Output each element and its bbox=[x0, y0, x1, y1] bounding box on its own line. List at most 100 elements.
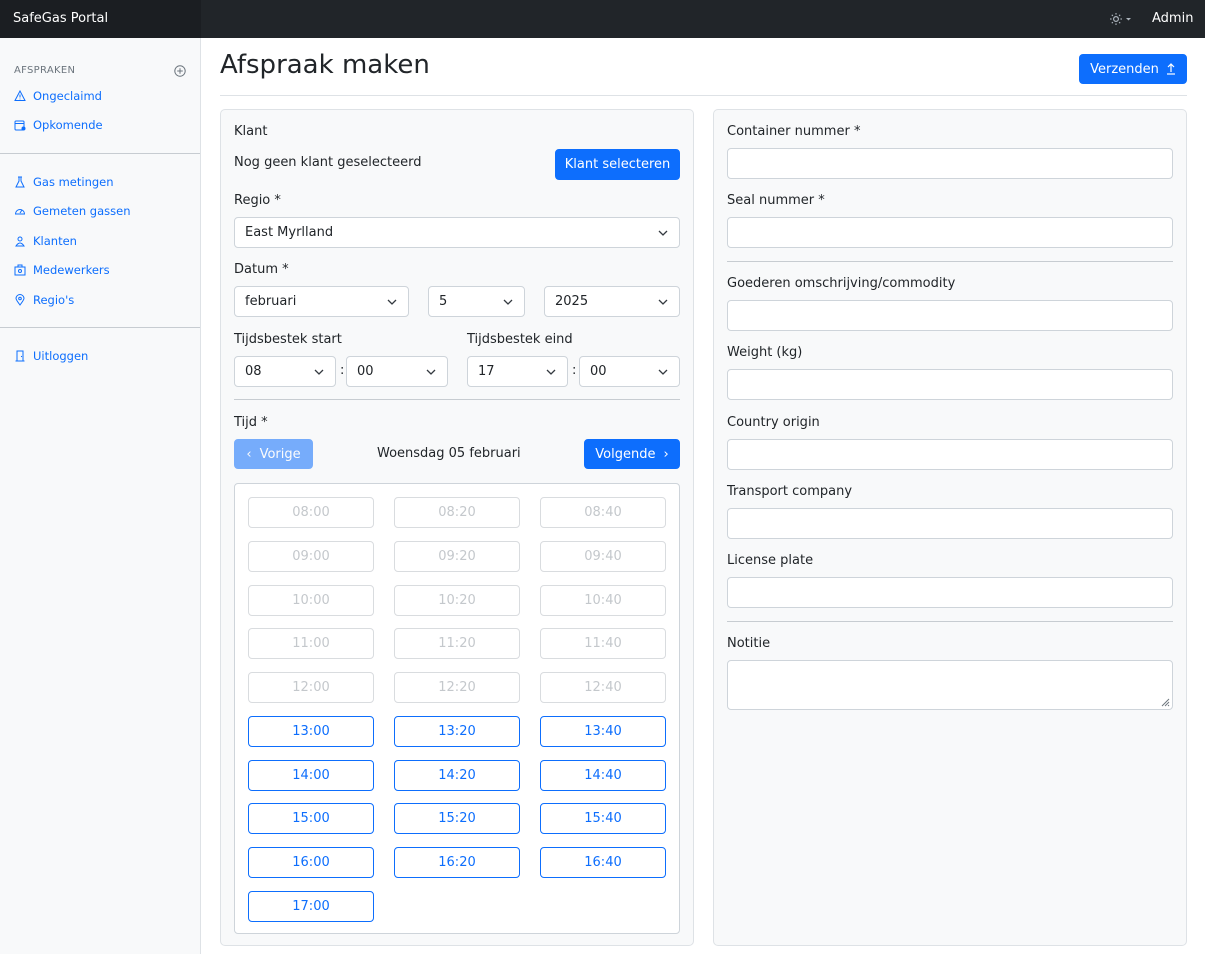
time-slot-button: 09:00 bbox=[248, 540, 374, 572]
title-divider bbox=[220, 95, 1187, 96]
chevron-left-icon: ‹ bbox=[246, 446, 252, 462]
goods-description-input[interactable] bbox=[727, 300, 1173, 331]
door-icon bbox=[15, 350, 25, 362]
time-slot-button[interactable]: 13:40 bbox=[540, 715, 666, 747]
next-day-button[interactable]: Volgende › bbox=[584, 439, 680, 469]
user-menu[interactable]: Admin bbox=[1152, 11, 1193, 26]
appointment-card: Klant Nog geen klant geselecteerd Klant … bbox=[220, 109, 694, 946]
tijd-label: Tijd * bbox=[234, 415, 268, 430]
sidebar-item-label: Gemeten gassen bbox=[33, 204, 131, 218]
section-divider bbox=[234, 399, 680, 400]
end-label: Tijdsbestek eind bbox=[467, 332, 573, 347]
month-select[interactable]: februari bbox=[234, 286, 409, 317]
time-slot-button[interactable]: 16:40 bbox=[540, 847, 666, 878]
speedometer-icon bbox=[14, 209, 26, 215]
time-slot-button: 09:40 bbox=[540, 540, 666, 572]
shipment-details-card: Container nummer * Seal nummer * Goedere… bbox=[713, 109, 1187, 946]
license-plate-input[interactable] bbox=[727, 577, 1173, 608]
month-select-value: februari bbox=[245, 294, 297, 309]
sidebar-item-regios[interactable]: Regio's bbox=[14, 291, 74, 309]
next-day-label: Volgende bbox=[595, 446, 656, 462]
chevron-down-icon bbox=[658, 230, 668, 236]
note-textarea[interactable] bbox=[727, 660, 1173, 710]
end-hour-value: 17 bbox=[478, 364, 495, 379]
select-customer-button[interactable]: Klant selecteren bbox=[555, 149, 680, 180]
time-slot-button[interactable]: 14:40 bbox=[540, 759, 666, 791]
sidebar-item-label: Medewerkers bbox=[33, 263, 110, 277]
start-minute-select[interactable]: 00 bbox=[346, 356, 448, 387]
sidebar-item-medewerkers[interactable]: Medewerkers bbox=[14, 261, 110, 279]
time-slot-button[interactable]: 14:20 bbox=[394, 759, 520, 791]
regio-select[interactable]: East Myrlland bbox=[234, 217, 680, 248]
previous-day-label: Vorige bbox=[259, 446, 301, 462]
plate-label: License plate bbox=[727, 553, 814, 568]
time-slot-button[interactable]: 13:00 bbox=[248, 715, 374, 747]
time-slot-button[interactable]: 16:20 bbox=[394, 847, 520, 878]
time-slot-button: 12:00 bbox=[248, 672, 374, 703]
transport-company-input[interactable] bbox=[727, 508, 1173, 539]
warning-icon bbox=[14, 90, 26, 101]
calendar-icon bbox=[14, 120, 26, 131]
brand-area: SafeGas Portal bbox=[0, 0, 201, 38]
end-minute-value: 00 bbox=[590, 364, 607, 379]
sidebar-item-gas-metingen[interactable]: Gas metingen bbox=[14, 173, 114, 191]
current-date: Woensdag 05 februari bbox=[377, 446, 521, 461]
start-hour-select[interactable]: 08 bbox=[234, 356, 336, 387]
upload-icon bbox=[1166, 63, 1175, 75]
brand-name[interactable]: SafeGas Portal bbox=[13, 11, 108, 26]
time-slot-button: 09:20 bbox=[394, 540, 520, 572]
flask-icon bbox=[15, 176, 25, 188]
end-minute-select[interactable]: 00 bbox=[579, 356, 680, 387]
seal-number-input[interactable] bbox=[727, 217, 1173, 248]
weight-input[interactable] bbox=[727, 369, 1173, 400]
location-pin-icon bbox=[15, 294, 25, 306]
sidebar-item-opkomende[interactable]: Opkomende bbox=[14, 116, 103, 134]
add-appointment-button[interactable] bbox=[174, 65, 186, 77]
start-hour-value: 08 bbox=[245, 364, 262, 379]
regio-label: Regio * bbox=[234, 193, 281, 208]
year-select[interactable]: 2025 bbox=[544, 286, 680, 317]
seal-label: Seal nummer * bbox=[727, 193, 825, 208]
datum-label: Datum * bbox=[234, 262, 289, 277]
theme-toggle[interactable] bbox=[1110, 12, 1134, 26]
time-slot-button: 11:20 bbox=[394, 628, 520, 660]
start-label: Tijdsbestek start bbox=[234, 332, 342, 347]
time-slot-button[interactable]: 17:00 bbox=[248, 890, 374, 922]
resize-handle-icon[interactable] bbox=[1161, 698, 1170, 707]
time-slot-button[interactable]: 15:20 bbox=[394, 803, 520, 835]
sidebar-item-gemeten-gassen[interactable]: Gemeten gassen bbox=[14, 202, 131, 220]
time-slot-button[interactable]: 16:00 bbox=[248, 847, 374, 878]
sidebar-item-label: Opkomende bbox=[33, 118, 103, 132]
regio-select-value: East Myrlland bbox=[245, 225, 334, 240]
sidebar-item-label: Regio's bbox=[33, 293, 75, 307]
time-slot-button[interactable]: 15:00 bbox=[248, 803, 374, 835]
sidebar-item-label: Gas metingen bbox=[33, 175, 114, 189]
submit-button-label: Verzenden bbox=[1090, 61, 1159, 77]
time-slot-button[interactable]: 13:20 bbox=[394, 715, 520, 747]
sidebar-item-label: Klanten bbox=[33, 234, 77, 248]
time-slot-button: 08:00 bbox=[248, 497, 374, 528]
page-title: Afspraak maken bbox=[220, 50, 430, 80]
container-number-input[interactable] bbox=[727, 148, 1173, 179]
chevron-down-icon bbox=[503, 299, 513, 305]
plus-circle-icon bbox=[174, 65, 186, 77]
country-label: Country origin bbox=[727, 415, 820, 430]
time-separator: : bbox=[340, 363, 345, 378]
chevron-down-icon bbox=[387, 299, 397, 305]
day-select[interactable]: 5 bbox=[428, 286, 525, 317]
time-slot-button[interactable]: 14:00 bbox=[248, 759, 374, 791]
sidebar-item-ongeclaimd[interactable]: Ongeclaimd bbox=[14, 87, 102, 105]
country-origin-input[interactable] bbox=[727, 439, 1173, 470]
sidebar-item-klanten[interactable]: Klanten bbox=[14, 232, 77, 250]
chevron-down-icon bbox=[658, 299, 668, 305]
sidebar-divider bbox=[0, 153, 200, 154]
time-slot-button: 11:00 bbox=[248, 628, 374, 660]
end-hour-select[interactable]: 17 bbox=[467, 356, 568, 387]
container-label: Container nummer * bbox=[727, 124, 861, 139]
sidebar-item-uitloggen[interactable]: Uitloggen bbox=[14, 347, 88, 365]
time-slot-button: 11:40 bbox=[540, 628, 666, 660]
klant-empty-text: Nog geen klant geselecteerd bbox=[234, 155, 422, 170]
previous-day-button[interactable]: ‹ Vorige bbox=[234, 439, 313, 469]
time-slot-button[interactable]: 15:40 bbox=[540, 803, 666, 835]
submit-button[interactable]: Verzenden bbox=[1079, 54, 1187, 84]
